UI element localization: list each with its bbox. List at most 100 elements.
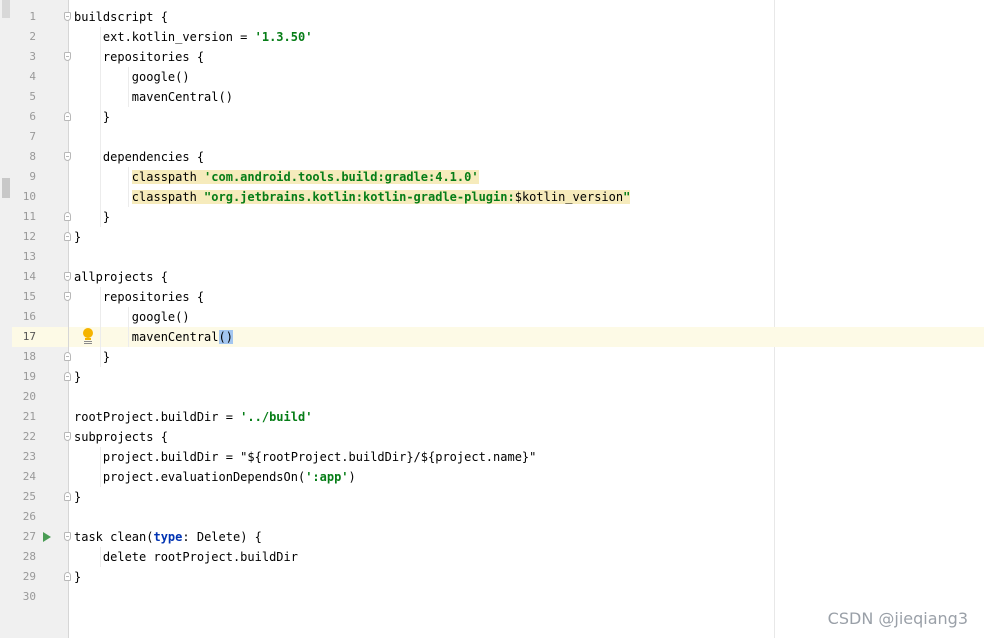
line-number[interactable]: 18	[12, 347, 36, 367]
code-text[interactable]: mavenCentral()	[74, 327, 233, 347]
line-number[interactable]: 11	[12, 207, 36, 227]
fold-marker-icon[interactable]	[64, 532, 71, 541]
line-number[interactable]: 23	[12, 447, 36, 467]
fold-marker-icon[interactable]	[64, 12, 71, 21]
code-line[interactable]: 24 project.evaluationDependsOn(':app')	[0, 467, 984, 487]
code-line[interactable]: 15 repositories {	[0, 287, 984, 307]
code-text[interactable]: task clean(type: Delete) {	[74, 527, 262, 547]
code-line[interactable]: 11 }	[0, 207, 984, 227]
code-line[interactable]: 6 }	[0, 107, 984, 127]
lightbulb-icon[interactable]	[82, 328, 94, 346]
code-line[interactable]: 10 classpath "org.jetbrains.kotlin:kotli…	[0, 187, 984, 207]
code-text[interactable]: }	[74, 367, 81, 387]
fold-marker-icon[interactable]	[64, 292, 71, 301]
code-line[interactable]: 21 rootProject.buildDir = '../build'	[0, 407, 984, 427]
fold-marker-icon[interactable]	[64, 212, 71, 221]
line-number[interactable]: 28	[12, 547, 36, 567]
line-number[interactable]: 7	[12, 127, 36, 147]
code-line[interactable]: 26	[0, 507, 984, 527]
line-number[interactable]: 25	[12, 487, 36, 507]
line-number[interactable]: 30	[12, 587, 36, 607]
code-text[interactable]: buildscript {	[74, 7, 168, 27]
line-number[interactable]: 29	[12, 567, 36, 587]
line-number[interactable]: 2	[12, 27, 36, 47]
code-text[interactable]: }	[74, 227, 81, 247]
code-line[interactable]: 3 repositories {	[0, 47, 984, 67]
code-text[interactable]: }	[74, 207, 110, 227]
code-text[interactable]: }	[74, 107, 110, 127]
code-line[interactable]: 28 delete rootProject.buildDir	[0, 547, 984, 567]
line-number[interactable]: 4	[12, 67, 36, 87]
line-number[interactable]: 1	[12, 7, 36, 27]
line-number[interactable]: 26	[12, 507, 36, 527]
line-number[interactable]: 3	[12, 47, 36, 67]
code-line[interactable]: 5 mavenCentral()	[0, 87, 984, 107]
line-number[interactable]: 6	[12, 107, 36, 127]
code-text[interactable]: classpath 'com.android.tools.build:gradl…	[74, 167, 479, 187]
code-line[interactable]: 7	[0, 127, 984, 147]
code-text[interactable]: project.buildDir = "${rootProject.buildD…	[74, 447, 536, 467]
code-text[interactable]: ext.kotlin_version = '1.3.50'	[74, 27, 313, 47]
line-number[interactable]: 13	[12, 247, 36, 267]
code-line[interactable]: 1 buildscript {	[0, 7, 984, 27]
code-text[interactable]: mavenCentral()	[74, 87, 233, 107]
line-number[interactable]: 22	[12, 427, 36, 447]
code-text[interactable]: }	[74, 347, 110, 367]
fold-marker-icon[interactable]	[64, 352, 71, 361]
fold-marker-icon[interactable]	[64, 152, 71, 161]
code-text[interactable]: rootProject.buildDir = '../build'	[74, 407, 312, 427]
line-number[interactable]: 12	[12, 227, 36, 247]
line-number[interactable]: 17	[12, 327, 36, 347]
code-line[interactable]: 29}	[0, 567, 984, 587]
line-number[interactable]: 15	[12, 287, 36, 307]
code-line[interactable]: 14 allprojects {	[0, 267, 984, 287]
line-number[interactable]: 20	[12, 387, 36, 407]
code-text[interactable]: repositories {	[74, 47, 204, 67]
code-text[interactable]: }	[74, 487, 81, 507]
code-text[interactable]: repositories {	[74, 287, 204, 307]
code-line[interactable]: 27 task clean(type: Delete) {	[0, 527, 984, 547]
code-line[interactable]: 25}	[0, 487, 984, 507]
code-text[interactable]: google()	[74, 67, 190, 87]
code-line[interactable]: 17 mavenCentral()	[0, 327, 984, 347]
fold-marker-icon[interactable]	[64, 52, 71, 61]
code-text[interactable]: classpath "org.jetbrains.kotlin:kotlin-g…	[74, 187, 631, 207]
code-line[interactable]: 23 project.buildDir = "${rootProject.bui…	[0, 447, 984, 467]
code-text[interactable]: project.evaluationDependsOn(':app')	[74, 467, 356, 487]
code-line[interactable]: 12}	[0, 227, 984, 247]
code-line[interactable]: 20	[0, 387, 984, 407]
fold-marker-icon[interactable]	[64, 572, 71, 581]
fold-marker-icon[interactable]	[64, 432, 71, 441]
code-line[interactable]: 18 }	[0, 347, 984, 367]
fold-marker-icon[interactable]	[64, 232, 71, 241]
code-line[interactable]: 13	[0, 247, 984, 267]
code-line[interactable]: 22 subprojects {	[0, 427, 984, 447]
line-number[interactable]: 19	[12, 367, 36, 387]
code-text[interactable]: }	[74, 567, 81, 587]
fold-marker-icon[interactable]	[64, 272, 71, 281]
code-line[interactable]: 16 google()	[0, 307, 984, 327]
line-number[interactable]: 8	[12, 147, 36, 167]
line-number[interactable]: 10	[12, 187, 36, 207]
line-number[interactable]: 14	[12, 267, 36, 287]
code-text[interactable]: subprojects {	[74, 427, 168, 447]
line-number[interactable]: 16	[12, 307, 36, 327]
fold-marker-icon[interactable]	[64, 372, 71, 381]
line-number[interactable]: 5	[12, 87, 36, 107]
code-line[interactable]: 30	[0, 587, 984, 607]
code-text[interactable]: dependencies {	[74, 147, 204, 167]
line-number[interactable]: 24	[12, 467, 36, 487]
line-number[interactable]: 27	[12, 527, 36, 547]
code-text[interactable]: delete rootProject.buildDir	[74, 547, 298, 567]
code-text[interactable]: allprojects {	[74, 267, 168, 287]
code-line[interactable]: 2 ext.kotlin_version = '1.3.50'	[0, 27, 984, 47]
line-number[interactable]: 9	[12, 167, 36, 187]
fold-marker-icon[interactable]	[64, 492, 71, 501]
code-line[interactable]: 4 google()	[0, 67, 984, 87]
code-line[interactable]: 8 dependencies {	[0, 147, 984, 167]
run-gutter-icon[interactable]	[43, 532, 51, 542]
code-line[interactable]: 9 classpath 'com.android.tools.build:gra…	[0, 167, 984, 187]
fold-marker-icon[interactable]	[64, 112, 71, 121]
code-text[interactable]: google()	[74, 307, 190, 327]
code-line[interactable]: 19}	[0, 367, 984, 387]
